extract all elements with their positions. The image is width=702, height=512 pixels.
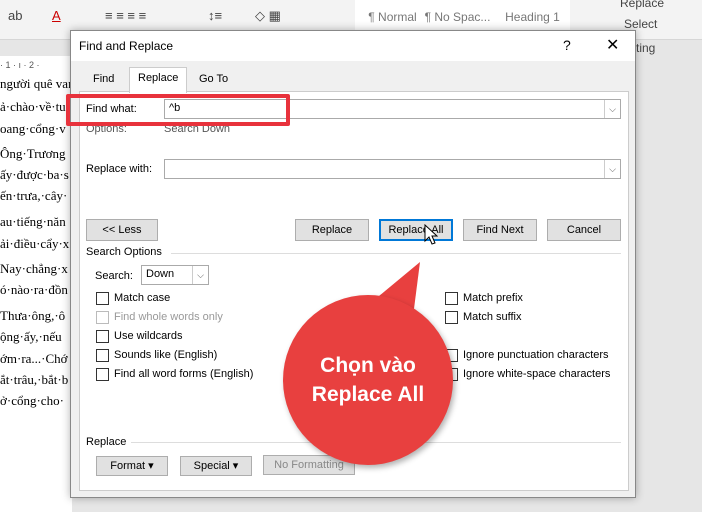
mouse-cursor-icon [424,224,438,245]
callout-text: Chọn vào Replace All [311,354,425,406]
callout-bubble: Chọn vào Replace All [283,295,453,465]
